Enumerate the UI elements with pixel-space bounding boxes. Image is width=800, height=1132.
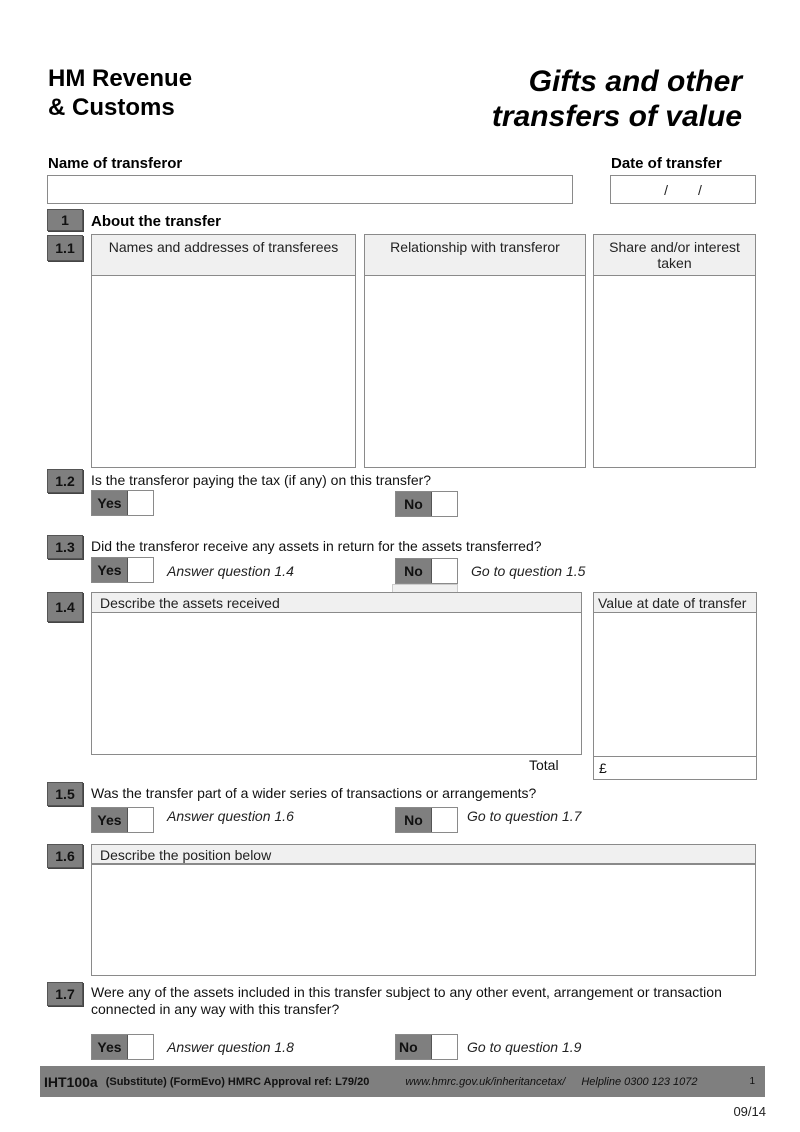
no-label: No xyxy=(396,808,432,832)
assets-received-header: Describe the assets received xyxy=(92,593,581,613)
transferor-name-field[interactable] xyxy=(47,175,573,204)
q1-3-no-checkbox[interactable]: No xyxy=(395,558,458,584)
form-title: Gifts and other transfers of value xyxy=(492,64,742,134)
transfer-date-field[interactable]: / / xyxy=(610,175,756,204)
decorative-tab xyxy=(392,584,458,592)
q1-7-yes-hint: Answer question 1.8 xyxy=(167,1039,294,1055)
yes-label: Yes xyxy=(92,491,128,515)
website-link[interactable]: www.hmrc.gov.uk/inheritancetax/ xyxy=(405,1076,565,1088)
page-number: 1 xyxy=(749,1076,755,1087)
q1-7-no-hint: Go to question 1.9 xyxy=(467,1039,582,1055)
form-code: IHT100a xyxy=(44,1073,98,1090)
section-number: 1 xyxy=(47,209,83,231)
approval-reference: (Substitute) (FormEvo) HMRC Approval ref… xyxy=(105,1075,370,1088)
assets-received-field[interactable]: Describe the assets received xyxy=(91,592,582,755)
form-version: 09/14 xyxy=(733,1104,766,1119)
question-text-1-3: Did the transferor receive any assets in… xyxy=(91,538,542,554)
no-label: No xyxy=(396,1035,432,1059)
q1-5-no-hint: Go to question 1.7 xyxy=(467,808,582,824)
q1-3-yes-checkbox[interactable]: Yes xyxy=(91,557,154,583)
yes-label: Yes xyxy=(92,808,128,832)
no-label: No xyxy=(396,559,432,583)
q1-7-no-checkbox[interactable]: No xyxy=(395,1034,458,1060)
q1-5-yes-checkbox[interactable]: Yes xyxy=(91,807,154,833)
transferor-name-label: Name of transferor xyxy=(48,155,183,172)
organisation-name: HM Revenue & Customs xyxy=(48,64,192,122)
relationship-column-header: Relationship with transferor xyxy=(365,235,585,276)
question-text-1-5: Was the transfer part of a wider series … xyxy=(91,785,537,801)
q1-3-yes-hint: Answer question 1.4 xyxy=(167,563,294,579)
title-line-1: Gifts and other xyxy=(528,65,742,98)
transferees-column[interactable]: Names and addresses of transferees xyxy=(91,234,356,468)
value-at-transfer-header: Value at date of transfer xyxy=(594,593,756,613)
checkbox-box[interactable] xyxy=(128,1035,153,1059)
q1-3-no-hint: Go to question 1.5 xyxy=(471,563,586,579)
checkbox-box[interactable] xyxy=(128,491,153,515)
helpline: Helpline 0300 123 1072 xyxy=(581,1075,698,1088)
yes-label: Yes xyxy=(92,1035,128,1059)
question-number-1-2: 1.2 xyxy=(47,469,83,493)
currency-symbol: £ xyxy=(599,760,607,776)
date-separator: / xyxy=(664,181,668,198)
checkbox-box[interactable] xyxy=(128,558,153,582)
checkbox-box[interactable] xyxy=(128,808,153,832)
yes-label: Yes xyxy=(92,558,128,582)
section-title: About the transfer xyxy=(91,213,222,230)
question-number-1-7: 1.7 xyxy=(47,982,83,1006)
transfer-date-label: Date of transfer xyxy=(611,155,722,172)
checkbox-box[interactable] xyxy=(432,808,457,832)
q1-2-no-checkbox[interactable]: No xyxy=(395,491,458,517)
checkbox-box[interactable] xyxy=(432,492,457,516)
q1-7-yes-checkbox[interactable]: Yes xyxy=(91,1034,154,1060)
value-at-transfer-column[interactable]: Value at date of transfer £ xyxy=(593,592,757,780)
share-interest-column[interactable]: Share and/or interest taken xyxy=(593,234,756,468)
q1-5-no-checkbox[interactable]: No xyxy=(395,807,458,833)
question-number-1-5: 1.5 xyxy=(47,782,83,806)
total-label: Total xyxy=(529,757,559,773)
total-value-field[interactable]: £ xyxy=(594,756,756,780)
date-separator: / xyxy=(698,181,702,198)
q1-5-yes-hint: Answer question 1.6 xyxy=(167,808,294,824)
title-line-2: transfers of value xyxy=(491,100,742,133)
transferees-column-header: Names and addresses of transferees xyxy=(92,235,355,276)
question-number-1-6: 1.6 xyxy=(47,844,83,868)
question-text-1-7: Were any of the assets included in this … xyxy=(91,984,722,1018)
question-number-1-1: 1.1 xyxy=(47,235,83,261)
org-line-2: & Customs xyxy=(48,94,175,121)
q1-2-yes-checkbox[interactable]: Yes xyxy=(91,490,154,516)
position-description-header: Describe the position below xyxy=(92,845,755,865)
question-text-1-2: Is the transferor paying the tax (if any… xyxy=(91,472,432,488)
relationship-column[interactable]: Relationship with transferor xyxy=(364,234,586,468)
question-text-line: connected in any way with this transfer? xyxy=(91,1001,340,1017)
share-interest-column-header: Share and/or interest taken xyxy=(594,235,755,276)
org-line-1: HM Revenue xyxy=(48,65,193,92)
position-description-field[interactable]: Describe the position below xyxy=(91,844,756,976)
footer-bar: IHT100a (Substitute) (FormEvo) HMRC Appr… xyxy=(40,1066,765,1097)
no-label: No xyxy=(396,492,432,516)
checkbox-box[interactable] xyxy=(432,1035,457,1059)
question-text-line: Were any of the assets included in this … xyxy=(91,984,722,1000)
question-number-1-4: 1.4 xyxy=(47,592,83,622)
checkbox-box[interactable] xyxy=(432,559,457,583)
question-number-1-3: 1.3 xyxy=(47,535,83,559)
